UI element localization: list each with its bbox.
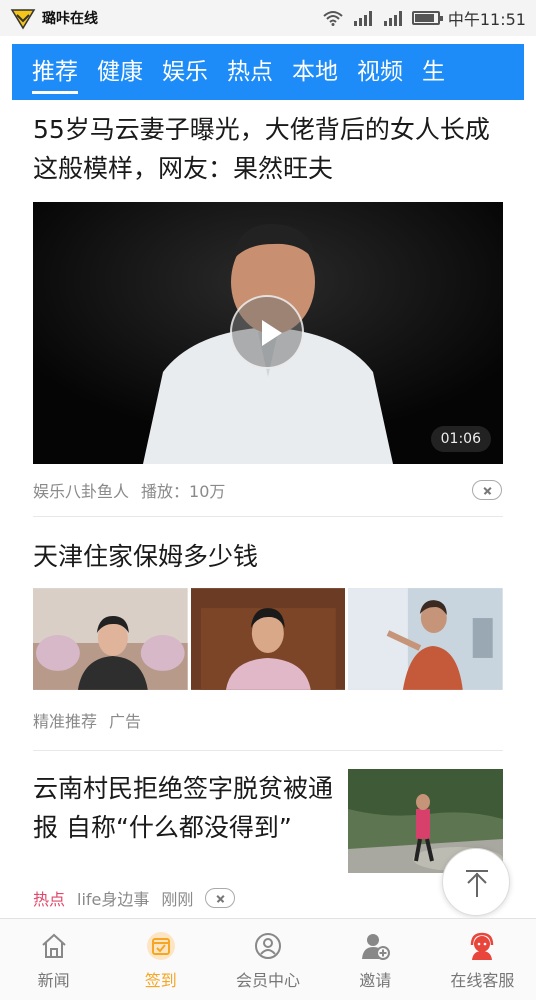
category-tab-bar: 推荐 健康 娱乐 热点 本地 视频 生 [12,44,524,100]
video-duration: 01:06 [430,426,491,452]
divider [33,516,503,517]
news-feed: 55岁马云妻子曝光，大佬背后的女人长成这般模样，网友：果然旺夫 01:06 娱乐… [33,104,504,923]
nav-label: 在线客服 [450,971,515,990]
divider [33,750,503,751]
nav-item-customer-service[interactable]: 在线客服 [429,919,536,1000]
article-title[interactable]: 55岁马云妻子曝光，大佬背后的女人长成这般模样，网友：果然旺夫 [33,110,503,188]
signal-icon [353,11,372,26]
dismiss-icon[interactable] [472,480,502,500]
calendar-check-icon [146,932,175,960]
arrow-up-icon [466,870,488,897]
user-circle-icon [255,933,281,959]
recommend-tag: 精准推荐 [33,712,98,731]
tab-life[interactable]: 生 [403,44,445,100]
customer-service-icon [471,932,494,960]
article-time: 刚刚 [161,890,194,909]
article-title[interactable]: 云南村民拒绝签字脱贫被通报 自称“什么都没得到” [33,769,333,847]
article-meta: 热点 life身边事 刚刚 [33,873,503,923]
article-source: life身边事 [77,890,150,909]
nav-item-invite[interactable]: 邀请 [322,919,429,1000]
nav-label: 新闻 [37,971,70,990]
add-user-icon [362,934,391,960]
play-icon[interactable] [230,295,304,369]
nav-label: 邀请 [359,971,392,990]
back-to-top-button[interactable] [442,848,510,916]
video-player[interactable]: 01:06 [33,202,503,464]
image-gallery [33,588,504,690]
news-item[interactable]: 天津住家保姆多少钱 精准推荐 广告 [33,537,504,750]
nav-item-member-center[interactable]: 会员中心 [214,919,321,1000]
tab-local[interactable]: 本地 [273,44,338,100]
tab-entertainment[interactable]: 娱乐 [143,44,208,100]
article-title[interactable]: 天津住家保姆多少钱 [33,537,503,576]
home-icon [41,933,66,958]
tab-video[interactable]: 视频 [338,44,403,100]
article-meta: 精准推荐 广告 [33,690,503,750]
play-count: 播放：10万 [141,482,226,501]
nav-item-news[interactable]: 新闻 [0,919,107,1000]
nav-label: 会员中心 [236,971,301,990]
thumbnail-image[interactable] [190,588,346,690]
dismiss-icon[interactable] [205,888,236,908]
thumbnail-image[interactable] [348,588,504,690]
thumbnail-image[interactable] [33,588,188,690]
clock: 中午11:51 [447,10,526,29]
nav-label: 签到 [144,971,177,990]
hot-badge: 热点 [33,890,66,909]
bottom-nav: 新闻 签到 会员中心 邀请 在线客服 [0,918,536,1000]
ad-tag: 广告 [109,712,142,731]
article-source: 娱乐八卦鱼人 [33,482,130,501]
battery-icon [411,11,443,25]
article-meta: 娱乐八卦鱼人 播放：10万 [33,464,503,516]
tab-recommend[interactable]: 推荐 [12,44,78,100]
wifi-icon [323,11,343,26]
signal-icon [383,11,402,26]
status-bar: 璐咔在线 中午11:51 [0,0,536,36]
app-name: 璐咔在线 [42,11,98,27]
nav-item-checkin[interactable]: 签到 [107,919,214,1000]
tab-hot[interactable]: 热点 [208,44,273,100]
app-logo-icon [10,9,36,30]
news-item[interactable]: 云南村民拒绝签字脱贫被通报 自称“什么都没得到” 热点 life身边事 刚刚 [33,769,503,923]
news-item[interactable]: 55岁马云妻子曝光，大佬背后的女人长成这般模样，网友：果然旺夫 01:06 娱乐… [33,110,503,516]
tab-health[interactable]: 健康 [78,44,143,100]
